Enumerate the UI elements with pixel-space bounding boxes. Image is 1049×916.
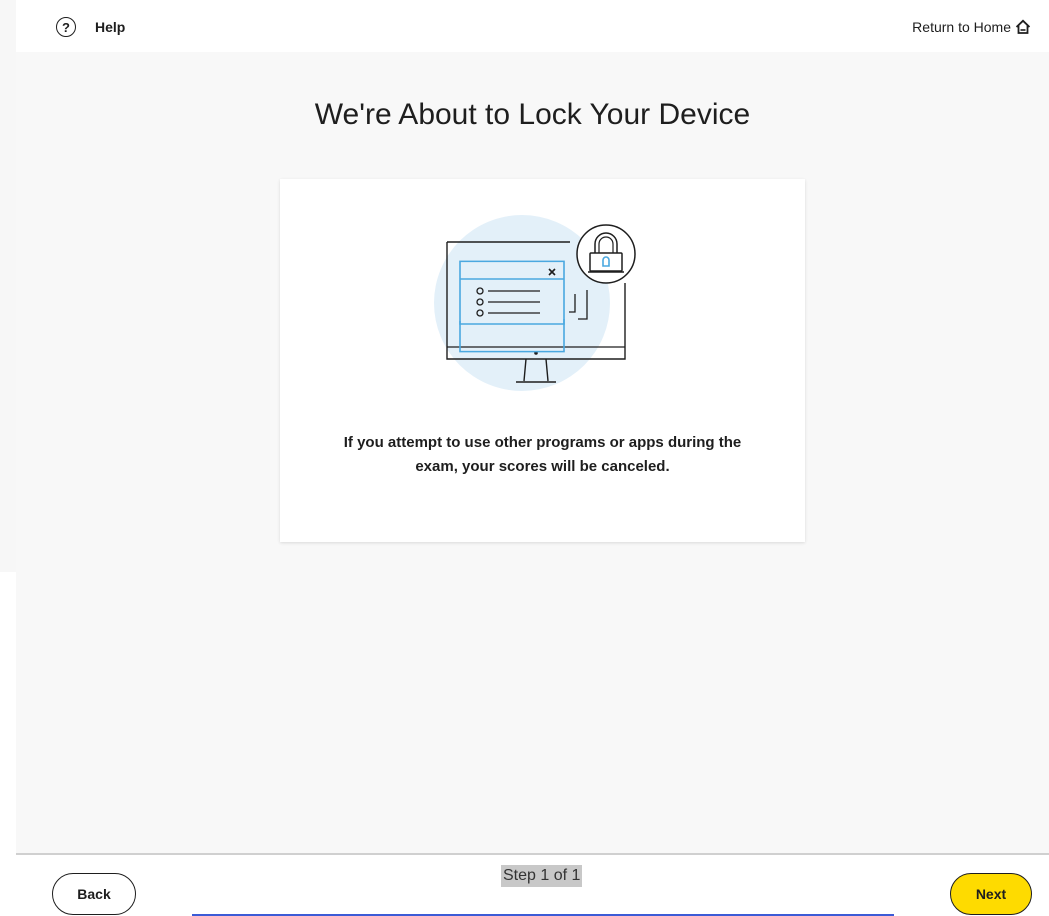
back-button[interactable]: Back xyxy=(52,873,136,915)
return-to-home-link[interactable]: Return to Home xyxy=(912,14,1031,40)
device-lock-illustration xyxy=(434,215,636,391)
page-title: We're About to Lock Your Device xyxy=(314,98,751,131)
lock-icon xyxy=(576,224,636,284)
lock-info-card: If you attempt to use other programs or … xyxy=(280,179,805,542)
help-link[interactable]: ? Help xyxy=(56,14,125,40)
return-to-home-label: Return to Home xyxy=(912,19,1011,35)
lock-warning-message: If you attempt to use other programs or … xyxy=(343,434,742,475)
top-bar: ? Help Return to Home xyxy=(16,0,1049,52)
help-circle-icon: ? xyxy=(56,17,76,37)
app-root: ? Help Return to Home We're About to Loc… xyxy=(16,0,1049,916)
left-edge-strip xyxy=(0,0,16,572)
help-label: Help xyxy=(95,19,126,35)
home-icon xyxy=(1015,19,1031,35)
footer-bar: Back Step 1 of 1 Next xyxy=(16,855,1049,916)
step-indicator: Step 1 of 1 xyxy=(501,865,583,887)
next-button[interactable]: Next xyxy=(950,873,1032,915)
